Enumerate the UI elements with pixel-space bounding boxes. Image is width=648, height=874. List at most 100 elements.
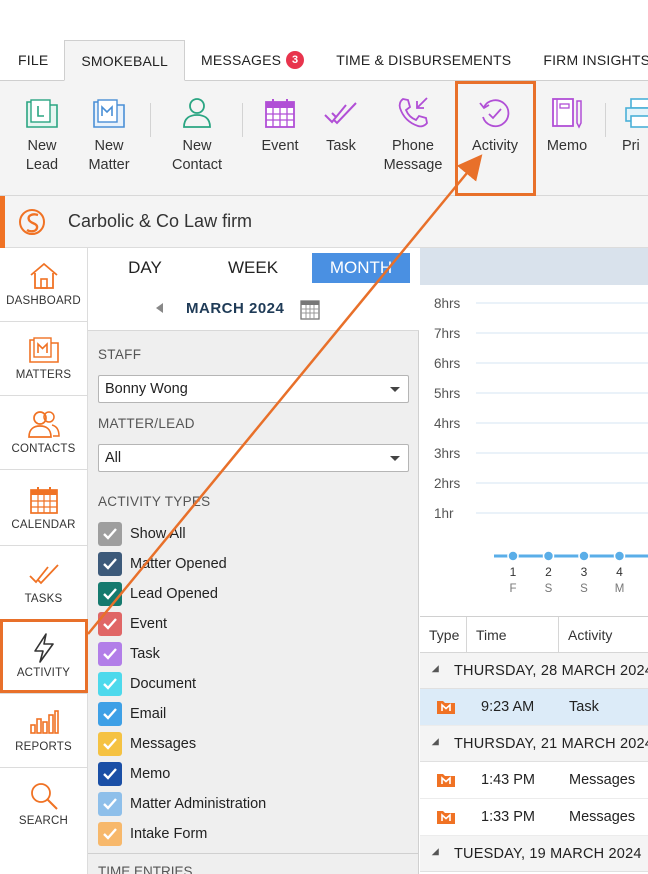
date-group-header[interactable]: THURSDAY, 21 MARCH 2024 — [420, 726, 648, 762]
checkbox-checked-icon[interactable] — [98, 732, 122, 756]
activity-type-item[interactable]: Document — [98, 671, 196, 697]
contacts-people-icon — [27, 408, 61, 440]
nav-contacts[interactable]: CONTACTS — [0, 396, 87, 470]
x-tick-label: 4 — [616, 565, 623, 579]
printer-icon — [622, 95, 648, 131]
table-row[interactable]: 1:43 PM Messages — [420, 762, 648, 799]
nav-dashboard[interactable]: DASHBOARD — [0, 248, 87, 322]
staff-select[interactable]: Bonny Wong — [98, 375, 409, 403]
chevron-down-icon — [390, 387, 400, 392]
matter-lead-select[interactable]: All — [98, 444, 409, 472]
ribbon-tabs: FILE SMOKEBALL MESSAGES 3 TIME & DISBURSE… — [0, 40, 648, 81]
bar-chart-icon — [28, 706, 60, 738]
view-day-button[interactable]: DAY — [96, 253, 194, 283]
notebook-pencil-icon — [549, 95, 585, 131]
activity-type-item[interactable]: Matter Opened — [98, 551, 227, 577]
new-lead-button[interactable]: New Lead — [20, 81, 64, 195]
home-icon — [28, 260, 60, 292]
column-activity[interactable]: Activity — [558, 617, 648, 653]
activity-table: Type Time Activity THURSDAY, 28 MARCH 20… — [420, 616, 648, 874]
column-type[interactable]: Type — [420, 617, 466, 653]
matter-type-icon — [436, 699, 456, 720]
x-weekday-label: F — [509, 583, 516, 595]
matter-folder-icon — [28, 334, 60, 366]
activity-types-label: ACTIVITY TYPES — [98, 494, 211, 509]
activity-type-item[interactable]: Matter Administration — [98, 791, 266, 817]
left-navigation: DASHBOARD MATTERS CONTACTS CALENDAR TASK… — [0, 248, 88, 874]
new-contact-button[interactable]: New Contact — [168, 81, 226, 195]
collapse-triangle-icon[interactable] — [431, 848, 443, 859]
checkbox-checked-icon[interactable] — [98, 552, 122, 576]
matter-type-icon — [436, 772, 456, 793]
checkbox-checked-icon[interactable] — [98, 702, 122, 726]
contact-person-icon — [179, 95, 215, 131]
date-group-header[interactable]: THURSDAY, 28 MARCH 2024 — [420, 653, 648, 689]
activity-button[interactable]: Activity — [465, 81, 525, 195]
data-point[interactable] — [578, 550, 590, 562]
x-tick-label: 3 — [581, 565, 588, 579]
accent-strip — [0, 196, 5, 248]
firm-name: Carbolic & Co Law firm — [68, 211, 253, 231]
matter-folder-icon — [91, 95, 127, 131]
checkbox-checked-icon[interactable] — [98, 762, 122, 786]
x-weekday-label: M — [615, 583, 625, 595]
activity-type-item[interactable]: Messages — [98, 731, 196, 757]
activity-type-label: Messages — [130, 736, 197, 752]
nav-activity[interactable]: ACTIVITY — [0, 620, 87, 694]
table-header: Type Time Activity — [420, 617, 648, 653]
time-entries-section: TIME ENTRIES — [88, 853, 419, 874]
nav-tasks[interactable]: TASKS — [0, 546, 87, 620]
activity-type-item[interactable]: Show All — [98, 521, 186, 547]
data-point[interactable] — [507, 550, 519, 562]
collapse-triangle-icon[interactable] — [431, 665, 443, 676]
row-activity: Messages — [569, 772, 636, 788]
tab-file[interactable]: FILE — [0, 40, 64, 80]
checkbox-checked-icon[interactable] — [98, 642, 122, 666]
table-row[interactable]: 9:23 AM Task — [420, 689, 648, 726]
activity-type-label: Intake Form — [130, 826, 208, 842]
tab-messages[interactable]: MESSAGES 3 — [185, 40, 320, 80]
tab-smokeball[interactable]: SMOKEBALL — [64, 40, 185, 81]
tab-time-disbursements[interactable]: TIME & DISBURSEMENTS — [320, 40, 527, 80]
checkbox-checked-icon[interactable] — [98, 672, 122, 696]
activity-type-item[interactable]: Email — [98, 701, 166, 727]
previous-month-arrow-icon[interactable] — [156, 303, 163, 313]
task-button[interactable]: Task — [320, 81, 362, 195]
table-row[interactable]: 1:33 PM Messages — [420, 799, 648, 836]
memo-button[interactable]: Memo — [544, 81, 590, 195]
print-button[interactable]: Pri — [622, 81, 648, 195]
ribbon-separator — [605, 103, 606, 137]
data-point[interactable] — [542, 550, 555, 562]
activity-type-item[interactable]: Memo — [98, 761, 170, 787]
collapse-triangle-icon[interactable] — [431, 738, 443, 749]
nav-reports[interactable]: REPORTS — [0, 694, 87, 768]
calendar-picker-icon[interactable] — [300, 298, 320, 325]
phone-message-button[interactable]: Phone Message — [381, 81, 445, 195]
view-month-button[interactable]: MONTH — [312, 253, 410, 283]
activity-type-item[interactable]: Intake Form — [98, 821, 207, 847]
column-time[interactable]: Time — [466, 617, 558, 653]
nav-calendar[interactable]: CALENDAR — [0, 470, 87, 546]
month-label: MARCH 2024 — [186, 300, 285, 317]
x-weekday-label: S — [545, 583, 553, 595]
row-time: 9:23 AM — [481, 699, 535, 715]
data-point[interactable] — [613, 550, 626, 562]
date-group-header[interactable]: TUESDAY, 19 MARCH 2024 — [420, 836, 648, 872]
activity-type-item[interactable]: Lead Opened — [98, 581, 218, 607]
activity-type-item[interactable]: Event — [98, 611, 167, 637]
new-matter-button[interactable]: New Matter — [86, 81, 132, 195]
smokeball-logo-icon — [18, 208, 46, 241]
checkbox-checked-icon[interactable] — [98, 612, 122, 636]
view-week-button[interactable]: WEEK — [204, 253, 302, 283]
y-tick-label: 8hrs — [434, 296, 461, 311]
nav-matters[interactable]: MATTERS — [0, 322, 87, 396]
checkbox-checked-icon[interactable] — [98, 522, 122, 546]
activity-type-item[interactable]: Task — [98, 641, 160, 667]
nav-search[interactable]: SEARCH — [0, 768, 87, 848]
checkbox-checked-icon[interactable] — [98, 822, 122, 846]
checkbox-checked-icon[interactable] — [98, 792, 122, 816]
event-button[interactable]: Event — [258, 81, 302, 195]
checkbox-checked-icon[interactable] — [98, 582, 122, 606]
tab-firm-insights[interactable]: FIRM INSIGHTS — [527, 40, 648, 80]
activity-history-icon — [477, 95, 513, 131]
